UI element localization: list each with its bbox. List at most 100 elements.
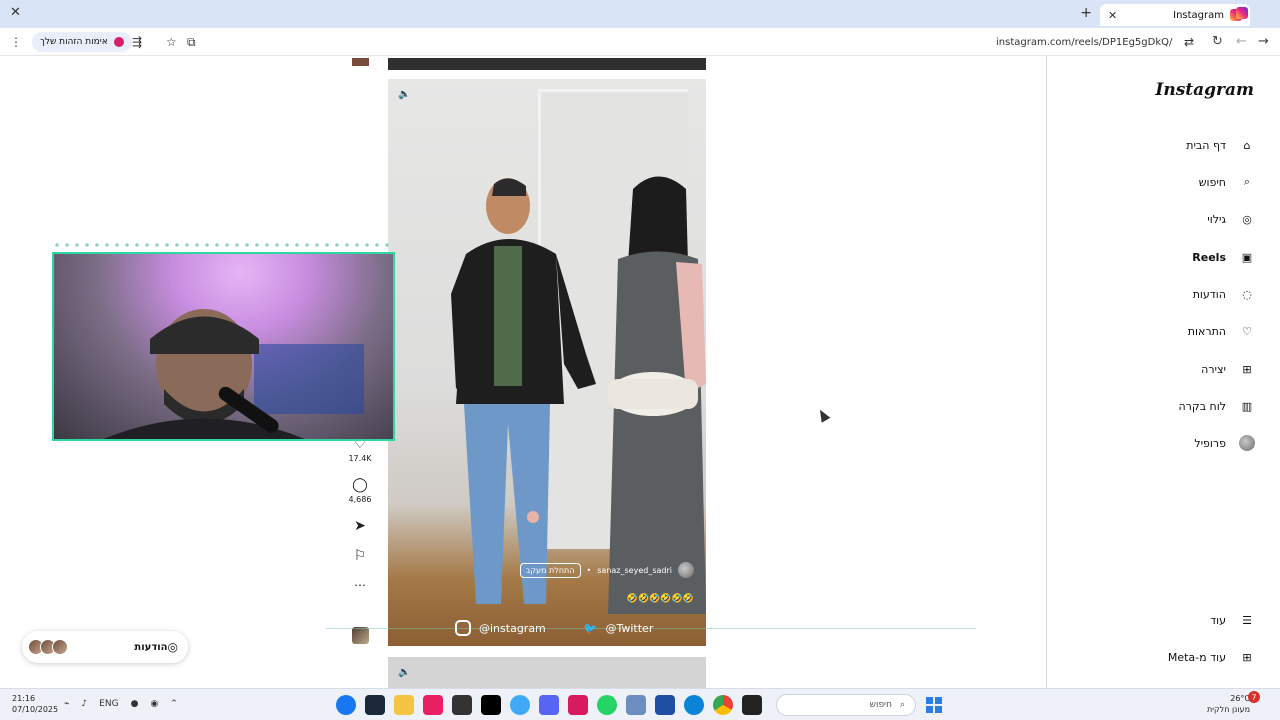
reel-video[interactable]: 🔈 sanaz_seyed_sadri • התחלת מעקב 🤣🤣🤣🤣🤣🤣 — [388, 79, 706, 646]
sidebar-item-more[interactable]: ☰ עוד — [1210, 611, 1256, 629]
instagram-icon — [455, 620, 471, 636]
sidebar-item-create[interactable]: ⊞ יצירה — [1201, 360, 1256, 378]
next-reel-preview[interactable]: 🔈 — [388, 657, 706, 688]
taskbar-search[interactable]: חיפוש ⌕ — [776, 694, 916, 716]
back-button[interactable]: → — [1258, 34, 1269, 49]
search-icon: ⌕ — [1243, 175, 1251, 188]
audio-thumbnail[interactable] — [352, 627, 369, 644]
more-dots-icon[interactable]: ⋯ — [354, 578, 366, 592]
sidebar-item-dashboard[interactable]: ▥ לוח בקרה — [1179, 397, 1257, 415]
edge-icon[interactable] — [684, 695, 704, 715]
volume-icon[interactable]: ♪ — [81, 699, 87, 709]
sidebar-item-home[interactable]: ⌂ דף הבית — [1186, 136, 1256, 154]
address-bar[interactable]: instagram.com/reels/DP1Eg5gDkQ/ — [990, 31, 1172, 53]
previous-reel-thumbnail[interactable] — [352, 58, 369, 66]
identity-label: אימות הזהות שלך — [40, 37, 108, 47]
save-action[interactable]: ⚐ — [354, 548, 367, 564]
home-icon: ⌂ — [1243, 138, 1251, 152]
send-icon[interactable]: ➤ — [354, 518, 366, 534]
browser-toolbar: ⋮ אימות הזהות שלך ⇶ ☆ ⧉ instagram.com/re… — [0, 28, 1280, 56]
identity-verify-pill[interactable]: אימות הזהות שלך — [32, 32, 132, 52]
reel-actions: ♡ 17.4K ◯ 4,686 ➤ ⚐ ⋯ — [340, 436, 380, 592]
speaker-icon[interactable]: 🔈 — [398, 89, 412, 103]
notification-badge[interactable]: 7 — [1248, 691, 1260, 703]
comment-count: 4,686 — [348, 495, 372, 504]
instagram-extension-icon[interactable] — [1236, 7, 1248, 19]
site-settings-icon[interactable]: ⇄ — [1184, 35, 1194, 49]
menu-icon: ☰ — [1242, 613, 1252, 627]
sidebar-item-label: יצירה — [1201, 362, 1226, 376]
reload-button[interactable]: ↻ — [1212, 34, 1223, 49]
app-icon[interactable] — [742, 695, 762, 715]
app-icon[interactable] — [568, 695, 588, 715]
media-control-icon[interactable]: ⇶ — [132, 35, 142, 49]
grid-icon: ⊞ — [1242, 650, 1252, 664]
steam-icon[interactable] — [365, 695, 385, 715]
file-explorer-icon[interactable] — [394, 695, 414, 715]
calculator-icon[interactable] — [626, 695, 646, 715]
app-icon[interactable] — [655, 695, 675, 715]
sidebar-item-messages[interactable]: ◌ הודעות — [1193, 285, 1256, 303]
new-tab-button[interactable]: + — [1080, 5, 1092, 21]
sidebar-item-label: התראות — [1187, 324, 1226, 338]
mic-icon[interactable]: ● — [131, 699, 139, 709]
sidebar-item-explore[interactable]: ◎ גילוי — [1207, 210, 1256, 228]
more-action[interactable]: ⋯ — [354, 578, 366, 592]
twitter-handle: @Twitter — [605, 621, 654, 635]
close-window-icon[interactable]: ✕ — [10, 5, 21, 20]
bookmark-star-icon[interactable]: ☆ — [166, 35, 177, 49]
next-speaker-icon[interactable]: 🔈 — [398, 667, 412, 681]
caption-separator: • — [586, 565, 592, 575]
tiktok-icon[interactable] — [481, 695, 501, 715]
sidebar-item-search[interactable]: ⌕ חיפוש — [1199, 173, 1256, 191]
tab-instagram[interactable]: Instagram ✕ — [1100, 4, 1250, 26]
instagram-logo[interactable]: Instagram — [1155, 80, 1254, 100]
sidebar-item-meta[interactable]: ⊞ עוד מ-Meta — [1168, 648, 1256, 666]
forward-button[interactable]: ← — [1236, 34, 1247, 49]
bookmark-icon[interactable]: ⚐ — [354, 548, 367, 564]
system-tray: ⌁ ♪ ENG ● ◉ ⌃ — [64, 699, 178, 709]
instagram-handle: @instagram — [479, 621, 546, 635]
clock-time: 21:16 — [12, 694, 36, 703]
webcam-frame-decoration — [52, 243, 395, 247]
app-icon[interactable] — [510, 695, 530, 715]
chrome-icon[interactable] — [713, 695, 733, 715]
follow-button[interactable]: התחלת מעקב — [519, 562, 581, 578]
webcam-overlay — [52, 252, 395, 441]
search-icon: ⌕ — [899, 700, 905, 710]
facebook-icon[interactable] — [336, 695, 356, 715]
instagram-reels-page: 🔈 sanaz_seyed_sadri • התחלת מעקב 🤣🤣🤣🤣🤣🤣 … — [0, 56, 1280, 688]
tiktok-live-icon[interactable] — [423, 695, 443, 715]
app-tray-icon[interactable]: ◉ — [150, 699, 158, 709]
reels-icon: ▣ — [1241, 250, 1253, 264]
share-action[interactable]: ➤ — [354, 518, 366, 534]
language-indicator[interactable]: ENG — [99, 699, 118, 709]
reel-author-avatar[interactable] — [678, 562, 694, 578]
network-icon[interactable]: ⌁ — [64, 699, 69, 709]
sidebar-item-label: פרופיל — [1194, 436, 1226, 450]
whatsapp-icon[interactable] — [597, 695, 617, 715]
sidebar-item-profile[interactable]: פרופיל — [1194, 434, 1256, 452]
previous-reel-edge[interactable] — [388, 58, 706, 70]
profile-dot-icon — [113, 37, 124, 47]
sidebar-item-reels[interactable]: ▣ Reels — [1192, 248, 1256, 266]
comment-action[interactable]: ◯ 4,686 — [349, 477, 372, 504]
sidebar-item-label: לוח בקרה — [1178, 399, 1227, 413]
share-icon[interactable]: ⧉ — [187, 35, 196, 50]
sidebar-item-label: Reels — [1192, 250, 1226, 264]
reel-username[interactable]: sanaz_seyed_sadri — [597, 566, 672, 575]
discord-icon[interactable] — [539, 695, 559, 715]
chevron-up-icon[interactable]: ⌃ — [170, 699, 178, 709]
menu-dots-icon[interactable]: ⋮ — [10, 35, 22, 49]
comment-icon[interactable]: ◯ — [352, 477, 368, 493]
windows-start-icon[interactable] — [926, 697, 942, 713]
clock[interactable]: 21:16 07/10/2025 — [12, 693, 58, 715]
weather-widget[interactable]: 26°C מעונן חלקית — [1207, 693, 1250, 715]
app-icon[interactable] — [452, 695, 472, 715]
reel-caption: sanaz_seyed_sadri • התחלת מעקב — [519, 562, 694, 578]
sidebar-item-label: גילוי — [1207, 212, 1226, 226]
close-tab-icon[interactable]: ✕ — [1108, 9, 1117, 22]
message-avatars — [28, 639, 68, 655]
messages-pill[interactable]: ◎ הודעות — [22, 631, 188, 663]
sidebar-item-notifications[interactable]: ♡ התראות — [1188, 322, 1256, 340]
